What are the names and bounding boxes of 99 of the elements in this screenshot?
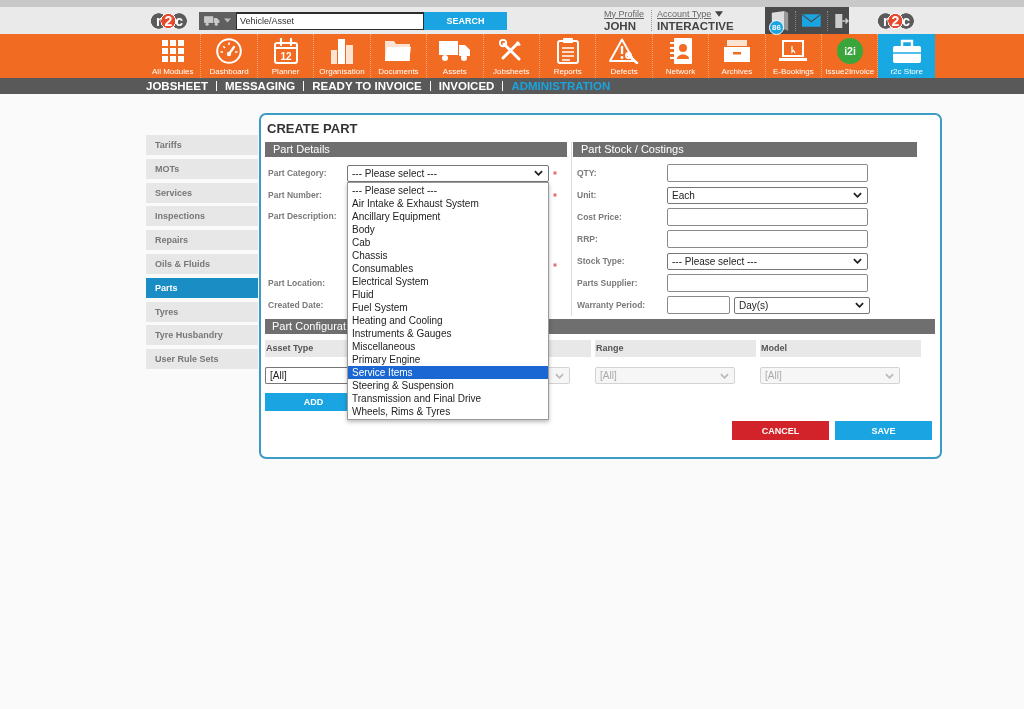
section-title: Part Configurat (272, 319, 346, 334)
dropdown-option[interactable]: Fluid (348, 287, 548, 301)
grid-icon (161, 40, 184, 62)
field-label: Warranty Period: (577, 300, 647, 310)
dropdown-option[interactable]: Heating and Cooling (348, 313, 548, 327)
nav-link[interactable]: INVOICED (438, 79, 495, 93)
dropdown-option[interactable]: Primary Engine (348, 352, 548, 366)
form-title: CREATE PART (267, 120, 358, 138)
vehicle-type-dropdown[interactable] (199, 11, 236, 30)
account-type-link[interactable]: Account Type (657, 8, 724, 20)
dropdown-option[interactable]: Fuel System (348, 300, 548, 314)
field-label: Part Description: (268, 211, 338, 221)
sidebar-item[interactable]: Oils & Fluids (146, 254, 258, 274)
disc-logo-icon: i2i (836, 38, 863, 64)
input-field[interactable] (667, 296, 730, 314)
module-button[interactable]: Network (652, 34, 710, 78)
add-button[interactable]: ADD (265, 393, 347, 411)
module-button[interactable]: Archives (709, 34, 766, 78)
input-field[interactable] (667, 274, 868, 292)
dropdown-option[interactable]: --- Please select --- (348, 183, 548, 197)
field-label: Unit: (577, 190, 598, 200)
dropdown-option[interactable]: Body (348, 222, 548, 236)
dropdown-option[interactable]: Steering & Suspension (348, 378, 548, 392)
dropdown-option[interactable]: Chassis (348, 248, 548, 262)
buildings-icon (330, 38, 353, 64)
field-label: Parts Supplier: (577, 278, 639, 288)
sidebar-item[interactable]: Tyres (146, 301, 258, 322)
field-label: Part Category: (268, 168, 328, 178)
chevron-icon (853, 192, 862, 198)
sidebar-item[interactable]: MOTs (146, 158, 258, 179)
chevron-icon (555, 372, 564, 379)
select-field[interactable]: --- Please select --- (667, 252, 868, 270)
profile-link[interactable]: My Profile (604, 8, 644, 20)
dropdown-option[interactable]: Miscellaneous (348, 339, 548, 353)
folder-icon (385, 40, 412, 62)
chevron-icon (855, 302, 864, 308)
input-field[interactable] (667, 208, 868, 226)
input-field[interactable] (667, 230, 868, 248)
nav-link[interactable]: READY TO INVOICE (312, 79, 422, 93)
sidebar-item[interactable]: Parts (146, 277, 258, 298)
field-label: Created Date: (268, 300, 325, 310)
caret-icon (715, 11, 724, 17)
sidebar-item[interactable]: Tyre Husbandry (146, 325, 258, 346)
chevron-icon (534, 170, 543, 176)
briefcase-icon (892, 39, 921, 63)
chevron-icon (885, 372, 894, 379)
tools-icon (499, 39, 524, 63)
gauge-icon (216, 38, 243, 64)
cancel-button[interactable]: CANCEL (732, 421, 829, 440)
warning-icon (609, 38, 640, 64)
nav-link[interactable]: JOBSHEET (146, 79, 208, 93)
field-label: Stock Type: (577, 256, 626, 266)
caret-icon (224, 18, 231, 23)
field-label: Part Number: (268, 190, 323, 200)
column-header: Asset Type (265, 340, 347, 357)
dropdown-option[interactable]: Wheels, Rims & Tyres (348, 404, 548, 418)
address-book-icon (669, 38, 692, 64)
mail-icon[interactable] (802, 13, 821, 28)
dropdown-option[interactable]: Transmission and Final Drive (348, 391, 548, 405)
clipboard-icon (556, 38, 579, 64)
chevron-icon (720, 372, 729, 379)
save-button[interactable]: SAVE (835, 421, 932, 440)
select-field[interactable]: Day(s) (734, 296, 870, 314)
truck-icon (438, 40, 471, 62)
chevron-icon (853, 258, 862, 264)
sidebar-item[interactable]: Services (146, 182, 258, 203)
column-header (549, 340, 591, 357)
sidebar-item[interactable]: User Rule Sets (146, 349, 258, 370)
nav-link[interactable]: MESSAGING (225, 79, 296, 93)
account-type: INTERACTIVE (657, 19, 734, 33)
dropdown-option[interactable]: Service Items (348, 365, 548, 379)
dropdown-option[interactable]: Instruments & Gauges (348, 326, 548, 340)
dropdown-option[interactable]: Cab (348, 235, 548, 249)
drawer-icon (723, 40, 750, 62)
dropdown-option[interactable]: Air Intake & Exhaust System (348, 196, 548, 210)
select-field[interactable]: [All] (265, 367, 347, 384)
column-header: Model (760, 340, 921, 357)
sidebar-item[interactable]: Repairs (146, 230, 258, 251)
field-label: QTY: (577, 168, 598, 178)
field-label: Cost Price: (577, 212, 623, 222)
module-button[interactable]: r2c Store (878, 34, 935, 78)
select-field[interactable]: Each (667, 186, 868, 204)
search-field[interactable]: Vehicle/Asset (236, 11, 424, 30)
user-name: JOHN (604, 19, 636, 33)
field-label: RRP: (577, 234, 599, 244)
dropdown-option[interactable]: Electrical System (348, 274, 548, 288)
truck-icon (204, 15, 220, 26)
dropdown-option[interactable]: Consumables (348, 261, 548, 275)
column-header: Range (595, 340, 756, 357)
select-field[interactable]: --- Please select --- (347, 164, 549, 182)
search-button[interactable]: SEARCH (424, 11, 507, 30)
field-label: Part Location: (268, 278, 327, 288)
sidebar-item[interactable]: Inspections (146, 206, 258, 227)
dropdown-option[interactable]: Ancillary Equipment (348, 209, 548, 223)
input-field[interactable] (667, 164, 868, 182)
laptop-icon (779, 40, 808, 62)
sidebar-item[interactable]: Tariffs (146, 135, 258, 155)
section-title: Part Stock / Costings (581, 142, 684, 157)
section-title: Part Details (273, 142, 330, 157)
